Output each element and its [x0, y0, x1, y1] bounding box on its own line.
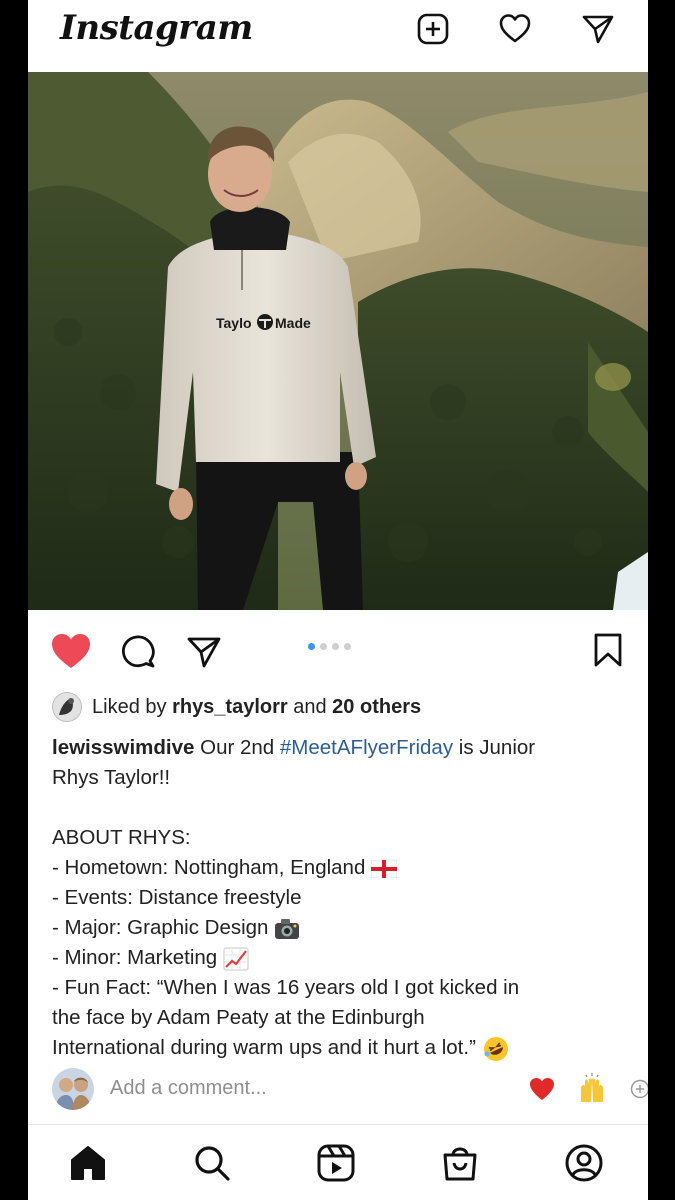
search-icon[interactable] [192, 1143, 232, 1183]
minor-text: - Minor: Marketing [52, 946, 218, 969]
caption-username[interactable]: lewisswimdive [52, 736, 194, 759]
bottom-navigation [28, 1124, 648, 1200]
share-icon[interactable] [186, 634, 222, 670]
quick-react-raised-hands-icon[interactable] [576, 1072, 608, 1104]
england-flag-icon [371, 859, 398, 878]
post-caption: lewisswimdive Our 2nd #MeetAFlyerFriday … [52, 733, 627, 1063]
caption-text: is Junior [453, 736, 536, 759]
hashtag-link[interactable]: #MeetAFlyerFriday [280, 736, 453, 759]
chart-increasing-icon [223, 947, 249, 971]
camera-icon [275, 918, 300, 939]
carousel-dot [332, 643, 339, 650]
liked-heart-icon[interactable] [50, 632, 92, 670]
hometown-text: - Hometown: Nottingham, England [52, 856, 366, 879]
post-photo[interactable]: Taylo Made [28, 72, 648, 610]
carousel-dot [308, 643, 315, 650]
fun-fact-text: International during warm ups and it hur… [52, 1036, 476, 1059]
liked-by-user-link[interactable]: rhys_taylorr [172, 696, 288, 718]
likes-others-link[interactable]: 20 others [332, 696, 421, 718]
caption-line-2: Rhys Taylor!! [52, 766, 171, 789]
likes-row[interactable]: Liked by rhys_taylorr and 20 others [52, 690, 421, 724]
carousel-dot [320, 643, 327, 650]
major-line: - Major: Graphic Design [52, 913, 627, 943]
rolling-laughing-emoji-icon [483, 1036, 508, 1061]
major-text: - Major: Graphic Design [52, 916, 269, 939]
hometown-line: - Hometown: Nottingham, England [52, 853, 627, 883]
caption-text: Our 2nd [194, 736, 280, 759]
likes-prefix: Liked by [92, 695, 173, 718]
fun-fact-line-1: - Fun Fact: “When I was 16 years old I g… [52, 976, 520, 999]
quick-react-heart-icon[interactable] [528, 1076, 556, 1102]
liker-avatar[interactable] [52, 692, 82, 722]
heart-icon[interactable] [498, 12, 532, 46]
carousel-indicator [308, 643, 351, 650]
current-user-avatar [52, 1068, 94, 1110]
reels-icon[interactable] [316, 1143, 356, 1183]
direct-message-icon[interactable] [581, 12, 615, 46]
add-emoji-plus-icon[interactable] [630, 1079, 648, 1099]
add-comment-row[interactable]: Add a comment... [52, 1068, 648, 1110]
home-icon[interactable] [68, 1143, 108, 1183]
events-line: - Events: Distance freestyle [52, 886, 302, 909]
instagram-screen: Instagram Taylo Made Liked by rhys_taylo… [28, 0, 648, 1200]
caption-line-1: lewisswimdive Our 2nd #MeetAFlyerFriday … [52, 733, 627, 763]
comment-input[interactable]: Add a comment... [110, 1077, 267, 1100]
fun-fact-line-3: International during warm ups and it hur… [52, 1033, 627, 1063]
svg-text:Made: Made [275, 315, 311, 331]
comment-icon[interactable] [120, 634, 156, 670]
about-heading: ABOUT RHYS: [52, 826, 191, 849]
shop-icon[interactable] [440, 1143, 480, 1183]
likes-text: Liked by rhys_taylorr and 20 others [92, 696, 421, 719]
new-post-icon[interactable] [416, 12, 450, 46]
svg-text:Taylo: Taylo [216, 315, 252, 331]
likes-joiner: and [287, 695, 333, 718]
top-bar: Instagram [28, 0, 648, 72]
instagram-logo[interactable]: Instagram [60, 8, 253, 48]
fun-fact-line-2: the face by Adam Peaty at the Edinburgh [52, 1006, 425, 1029]
profile-icon[interactable] [564, 1143, 604, 1183]
save-bookmark-icon[interactable] [592, 632, 624, 668]
minor-line: - Minor: Marketing [52, 943, 627, 973]
carousel-dot [344, 643, 351, 650]
